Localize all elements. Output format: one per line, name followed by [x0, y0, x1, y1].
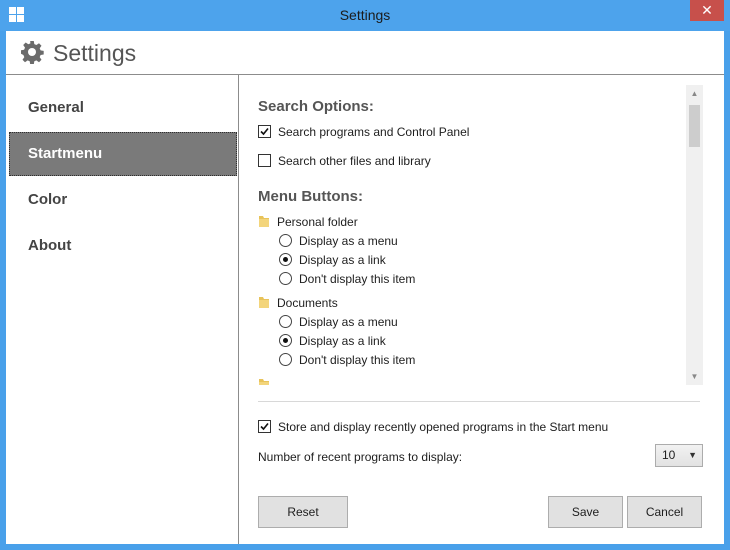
divider	[258, 401, 700, 402]
documents-item: Documents	[258, 294, 338, 312]
page-title: Settings	[53, 40, 137, 66]
content-panel: Search Options: Search programs and Cont…	[239, 75, 724, 544]
search-options-heading: Search Options:	[258, 98, 374, 115]
sidebar-item-startmenu[interactable]: Startmenu	[9, 132, 237, 176]
sidebar-item-general[interactable]: General	[9, 86, 237, 130]
chevron-down-icon: ▼	[688, 450, 697, 460]
save-button[interactable]: Save	[548, 496, 623, 528]
personal-folder-item: Personal folder	[258, 213, 358, 231]
store-recent-label: Store and display recently opened progra…	[278, 420, 609, 434]
title-bar[interactable]: Settings ✕	[0, 0, 730, 31]
recent-count-select[interactable]: 10 ▼	[655, 444, 703, 467]
scroll-up-icon[interactable]: ▲	[686, 85, 703, 102]
radio-icon[interactable]	[279, 272, 292, 285]
radio-selected-icon[interactable]	[279, 253, 292, 266]
personal-folder-label: Personal folder	[277, 215, 358, 229]
menu-buttons-heading: Menu Buttons:	[258, 188, 363, 205]
recent-count-value: 10	[662, 448, 676, 462]
documents-radio-link[interactable]: Display as a link	[279, 332, 386, 350]
checkbox-checked-icon[interactable]	[258, 420, 271, 433]
close-button[interactable]: ✕	[690, 0, 724, 21]
window-title: Settings	[339, 7, 391, 23]
sidebar-item-about[interactable]: About	[9, 224, 237, 268]
client-area: Settings General Startmenu Color About S…	[6, 31, 724, 544]
scroll-down-icon[interactable]: ▼	[686, 368, 703, 385]
radio-label: Display as a link	[299, 253, 386, 267]
documents-label: Documents	[277, 296, 338, 310]
cancel-button[interactable]: Cancel	[627, 496, 702, 528]
search-files-checkbox[interactable]: Search other files and library	[258, 152, 431, 170]
radio-label: Display as a link	[299, 334, 386, 348]
sidebar: General Startmenu Color About	[6, 75, 239, 544]
folder-icon	[259, 216, 269, 227]
settings-window: Settings ✕ Settings General Startmenu Co…	[0, 0, 730, 550]
radio-label: Display as a menu	[299, 315, 398, 329]
radio-icon[interactable]	[279, 234, 292, 247]
documents-radio-menu[interactable]: Display as a menu	[279, 313, 398, 331]
store-recent-checkbox[interactable]: Store and display recently opened progra…	[258, 420, 608, 434]
reset-button[interactable]: Reset	[258, 496, 348, 528]
recent-count-label: Number of recent programs to display:	[258, 450, 463, 464]
documents-radio-hide[interactable]: Don't display this item	[279, 351, 415, 369]
radio-icon[interactable]	[279, 315, 292, 328]
page-header: Settings	[6, 31, 724, 75]
checkbox-checked-icon[interactable]	[258, 125, 271, 138]
options-scroll-area: Search Options: Search programs and Cont…	[258, 85, 700, 385]
personal-folder-radio-link[interactable]: Display as a link	[279, 251, 386, 269]
personal-folder-radio-hide[interactable]: Don't display this item	[279, 270, 415, 288]
vertical-scrollbar[interactable]: ▲ ▼	[686, 85, 703, 385]
gear-icon	[21, 41, 44, 64]
folder-icon	[259, 297, 269, 308]
personal-folder-radio-menu[interactable]: Display as a menu	[279, 232, 398, 250]
scrollbar-thumb[interactable]	[689, 105, 700, 147]
radio-label: Don't display this item	[299, 353, 416, 367]
checkbox-unchecked-icon[interactable]	[258, 154, 271, 167]
radio-label: Display as a menu	[299, 234, 398, 248]
search-programs-label: Search programs and Control Panel	[278, 125, 470, 139]
sidebar-item-color[interactable]: Color	[9, 178, 237, 222]
radio-label: Don't display this item	[299, 272, 416, 286]
search-files-label: Search other files and library	[278, 154, 431, 168]
folder-icon	[259, 379, 269, 385]
search-programs-checkbox[interactable]: Search programs and Control Panel	[258, 123, 469, 141]
radio-icon[interactable]	[279, 353, 292, 366]
radio-selected-icon[interactable]	[279, 334, 292, 347]
